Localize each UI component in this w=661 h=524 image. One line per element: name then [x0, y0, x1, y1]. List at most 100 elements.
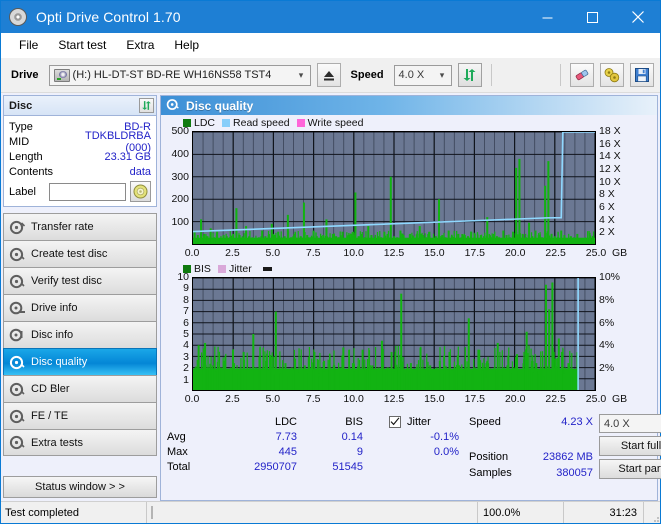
menu-file[interactable]: File	[9, 35, 48, 55]
erase-button[interactable]	[570, 63, 594, 87]
close-icon[interactable]	[615, 1, 660, 33]
readout-position: Position 23862 MB	[469, 449, 593, 465]
axis-tick-label: 22.5	[542, 247, 570, 259]
sidebar-item-drive-info[interactable]: Drive info	[3, 294, 157, 321]
legend-swatch	[222, 119, 230, 127]
tools-button[interactable]	[600, 63, 624, 87]
stats-header-bis: BIS	[297, 416, 363, 428]
drive-select[interactable]: (H:) HL-DT-ST BD-RE WH16NS58 TST4 ▾	[49, 65, 311, 86]
sidebar-item-cd-bler[interactable]: CD Bler	[3, 375, 157, 402]
sidebar-item-label: Create test disc	[31, 248, 107, 260]
position-readout-label: Position	[469, 451, 521, 463]
axis-tick-label: 4	[161, 339, 189, 351]
axis-tick-label: 5.0	[259, 247, 287, 259]
sidebar-item-disc-quality[interactable]: Disc quality	[3, 348, 157, 375]
bis-plot-svg	[193, 278, 595, 390]
disc-refresh-button[interactable]	[139, 98, 154, 113]
sidebar-item-fe-te[interactable]: FE / TE	[3, 402, 157, 429]
disc-row-length: Length 23.31 GB	[9, 149, 151, 164]
sidebar: Disc Type BD-R MID TDKBLDRBA (000) Lengt…	[1, 93, 159, 501]
disc-label-input[interactable]	[49, 183, 126, 201]
disc-icon	[9, 301, 26, 316]
chevron-down-icon: ▾	[293, 66, 310, 85]
disc-icon	[9, 274, 26, 289]
sidebar-item-label: CD Bler	[31, 383, 70, 395]
minimize-icon[interactable]	[525, 1, 570, 33]
toolbar: Drive (H:) HL-DT-ST BD-RE WH16NS58 TST4 …	[1, 58, 660, 93]
axis-tick-label: 10.0	[340, 393, 368, 405]
start-part-button[interactable]: Start part	[599, 459, 661, 479]
progress-percent: 100.0%	[478, 502, 564, 523]
sidebar-item-transfer-rate[interactable]: Transfer rate	[3, 213, 157, 240]
table-row: Total 2950707 51545	[167, 459, 459, 474]
panel-title: Disc quality	[186, 99, 253, 113]
jitter-checkbox[interactable]	[389, 416, 401, 428]
refresh-button[interactable]	[458, 63, 482, 87]
axis-tick-label: 6	[161, 317, 189, 329]
stats-table: LDC BIS Jitter Avg 7.73 0.14 -0.1% Max 4…	[165, 414, 459, 481]
statistics-area: LDC BIS Jitter Avg 7.73 0.14 -0.1% Max 4…	[161, 411, 657, 483]
axis-tick-label: 18 X	[599, 125, 621, 137]
disc-icon	[9, 220, 26, 235]
run-readouts: Speed 4.23 X Position 23862 MB Samples 3…	[469, 414, 593, 481]
ldc-chart: LDC Read speed Write speed 100 200 300 400 5…	[161, 115, 657, 263]
legend-label: LDC	[194, 117, 215, 129]
menu-help[interactable]: Help	[164, 35, 209, 55]
window-title: Opti Drive Control 1.70	[36, 9, 525, 25]
axis-tick-label: 200	[161, 193, 189, 205]
sidebar-item-verify-test-disc[interactable]: Verify test disc	[3, 267, 157, 294]
sidebar-item-label: Disc info	[31, 329, 73, 341]
menu-start-test[interactable]: Start test	[48, 35, 116, 55]
position-readout-value: 23862 MB	[521, 451, 593, 463]
axis-tick-label: 6%	[599, 317, 614, 329]
sidebar-item-disc-info[interactable]: Disc info	[3, 321, 157, 348]
legend-marker-icon	[263, 267, 272, 271]
legend-label: BIS	[194, 263, 211, 275]
jitter-toggle[interactable]: Jitter	[363, 416, 459, 428]
disc-panel-title: Disc	[9, 100, 139, 112]
axis-tick-label: 15.0	[420, 247, 448, 259]
axis-tick-label: 10%	[599, 271, 620, 283]
jitter-label: Jitter	[407, 416, 459, 428]
axis-tick-label: 25.0	[582, 247, 610, 259]
sidebar-nav: Transfer rate Create test disc Verify te…	[3, 213, 157, 456]
speed-readout-label: Speed	[469, 416, 521, 428]
axis-tick-label: 14 X	[599, 150, 621, 162]
resize-grip-icon[interactable]	[644, 502, 660, 523]
disc-quality-icon	[166, 98, 180, 114]
legend-swatch	[183, 265, 191, 273]
disc-type-label: Type	[9, 121, 67, 133]
axis-tick-label: 400	[161, 148, 189, 160]
stats-avg-ldc: 7.73	[223, 431, 297, 443]
status-window-button[interactable]: Status window > >	[3, 476, 157, 498]
maximize-icon[interactable]	[570, 1, 615, 33]
speed-select[interactable]: 4.0 X ▾	[394, 65, 452, 86]
stats-avg-jitter: -0.1%	[430, 431, 459, 443]
legend-label: Read speed	[233, 117, 290, 129]
disc-label-button[interactable]	[130, 181, 151, 202]
sidebar-item-label: Verify test disc	[31, 275, 102, 287]
bis-plot-area	[192, 277, 596, 391]
disc-icon	[9, 355, 26, 370]
sidebar-item-create-test-disc[interactable]: Create test disc	[3, 240, 157, 267]
speed-select-value: 4.0 X	[399, 69, 425, 81]
disc-icon	[9, 435, 26, 450]
sidebar-item-label: Disc quality	[31, 356, 87, 368]
test-speed-select[interactable]: 4.0 X ▾	[599, 414, 661, 433]
start-full-button[interactable]: Start full	[599, 436, 661, 456]
disc-mid-label: MID	[9, 136, 67, 148]
disc-panel: Disc Type BD-R MID TDKBLDRBA (000) Lengt…	[3, 95, 157, 207]
menu-extra[interactable]: Extra	[116, 35, 164, 55]
axis-tick-label: 7.5	[299, 393, 327, 405]
axis-tick-label: 10.0	[340, 247, 368, 259]
table-row: Max 445 9 0.0%	[167, 444, 459, 459]
drive-label: Drive	[7, 69, 43, 81]
save-button[interactable]	[630, 63, 654, 87]
disc-row-contents: Contents data	[9, 164, 151, 179]
readout-spacer	[469, 430, 593, 449]
eject-button[interactable]	[317, 63, 341, 87]
legend-bis: BIS	[183, 263, 211, 275]
app-disc-icon	[9, 8, 27, 26]
sidebar-item-extra-tests[interactable]: Extra tests	[3, 429, 157, 456]
disc-quality-panel: Disc quality LDC Read speed Write speed	[160, 95, 658, 501]
